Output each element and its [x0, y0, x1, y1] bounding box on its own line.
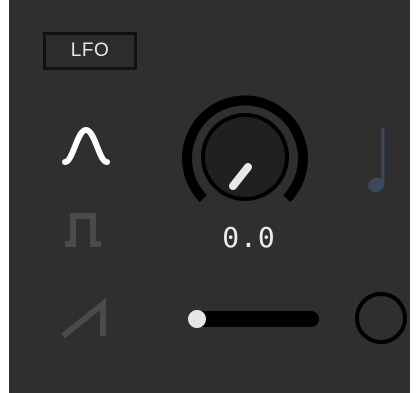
sine-wave-icon	[62, 126, 110, 165]
device-title-label: LFO	[43, 32, 137, 70]
waveform-square-button[interactable]	[53, 200, 123, 260]
circle-toggle-icon[interactable]	[355, 292, 407, 344]
knob-dial	[182, 95, 308, 203]
slider-thumb[interactable]	[188, 310, 206, 328]
slider-track	[191, 311, 319, 327]
rate-knob[interactable]	[177, 94, 321, 214]
rate-knob-value: 0.0	[222, 221, 276, 254]
note-icon	[368, 128, 385, 193]
sawtooth-wave-icon	[61, 297, 106, 339]
square-wave-icon	[65, 213, 101, 247]
waveform-saw-button[interactable]	[53, 290, 123, 350]
sync-note-button[interactable]	[361, 126, 401, 198]
amount-slider[interactable]	[183, 304, 323, 334]
lfo-device-panel: LFO 0.0	[9, 0, 410, 393]
waveform-sine-button[interactable]	[53, 118, 123, 178]
